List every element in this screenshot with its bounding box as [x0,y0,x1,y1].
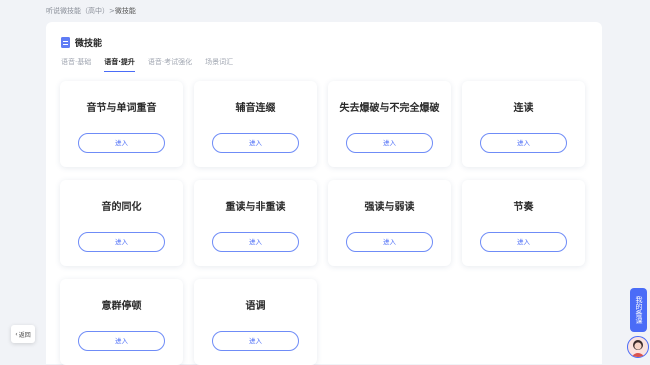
skill-card: 意群停顿 进入 [60,279,183,365]
assistant-avatar[interactable] [627,336,649,358]
enter-button[interactable]: 进入 [78,133,165,153]
skill-card: 音节与单词重音 进入 [60,81,183,167]
skill-card: 语调 进入 [194,279,317,365]
chevron-left-icon: ‹ [15,330,18,338]
panel-header: 微技能 [61,36,102,49]
enter-button[interactable]: 进入 [480,133,567,153]
enter-button[interactable]: 进入 [212,331,299,351]
card-title: 音的同化 [101,202,142,213]
tab-voice-basic[interactable]: 语音·基础 [61,57,91,72]
panel-title: 微技能 [75,39,103,49]
skill-card: 失去爆破与不完全爆破 进入 [328,81,451,167]
enter-button[interactable]: 进入 [78,331,165,351]
tab-scene-vocab[interactable]: 场景词汇 [205,57,233,72]
my-lesson-prep-tab[interactable]: 我的备课 [630,288,647,332]
card-title: 强读与弱读 [364,202,415,213]
card-title: 音节与单词重音 [86,103,157,114]
skill-card: 辅音连缀 进入 [194,81,317,167]
tab-voice-exam[interactable]: 语音·考试强化 [148,57,192,72]
skill-card: 节奏 进入 [462,180,585,266]
card-title: 语调 [245,301,266,312]
card-title: 重读与非重读 [225,202,286,213]
skill-card: 连读 进入 [462,81,585,167]
card-title: 失去爆破与不完全爆破 [339,103,440,114]
main-panel: 微技能 语音·基础 语音·提升 语音·考试强化 场景词汇 音节与单词重音 进入 … [46,22,602,365]
enter-button[interactable]: 进入 [212,232,299,252]
card-title: 节奏 [513,202,534,213]
avatar-icon [631,340,645,357]
skill-card: 强读与弱读 进入 [328,180,451,266]
back-button-label: 返回 [18,331,31,339]
enter-button[interactable]: 进入 [78,232,165,252]
breadcrumb: 听说微技能（高中）>微技能 [46,6,136,16]
back-button[interactable]: ‹ 返回 [11,325,35,343]
card-title: 意群停顿 [101,301,142,312]
breadcrumb-root[interactable]: 听说微技能（高中） [46,7,109,15]
breadcrumb-current: 微技能 [114,7,136,15]
card-title: 辅音连缀 [235,103,276,114]
enter-button[interactable]: 进入 [480,232,567,252]
skill-card: 音的同化 进入 [60,180,183,266]
card-title: 连读 [513,103,534,114]
side-tab-label: 我的备课 [635,296,643,324]
enter-button[interactable]: 进入 [346,232,433,252]
enter-button[interactable]: 进入 [346,133,433,153]
enter-button[interactable]: 进入 [212,133,299,153]
tab-voice-advanced[interactable]: 语音·提升 [104,57,135,72]
skill-card: 重读与非重读 进入 [194,180,317,266]
tab-bar: 语音·基础 语音·提升 语音·考试强化 场景词汇 [61,57,246,72]
document-icon [61,37,70,48]
